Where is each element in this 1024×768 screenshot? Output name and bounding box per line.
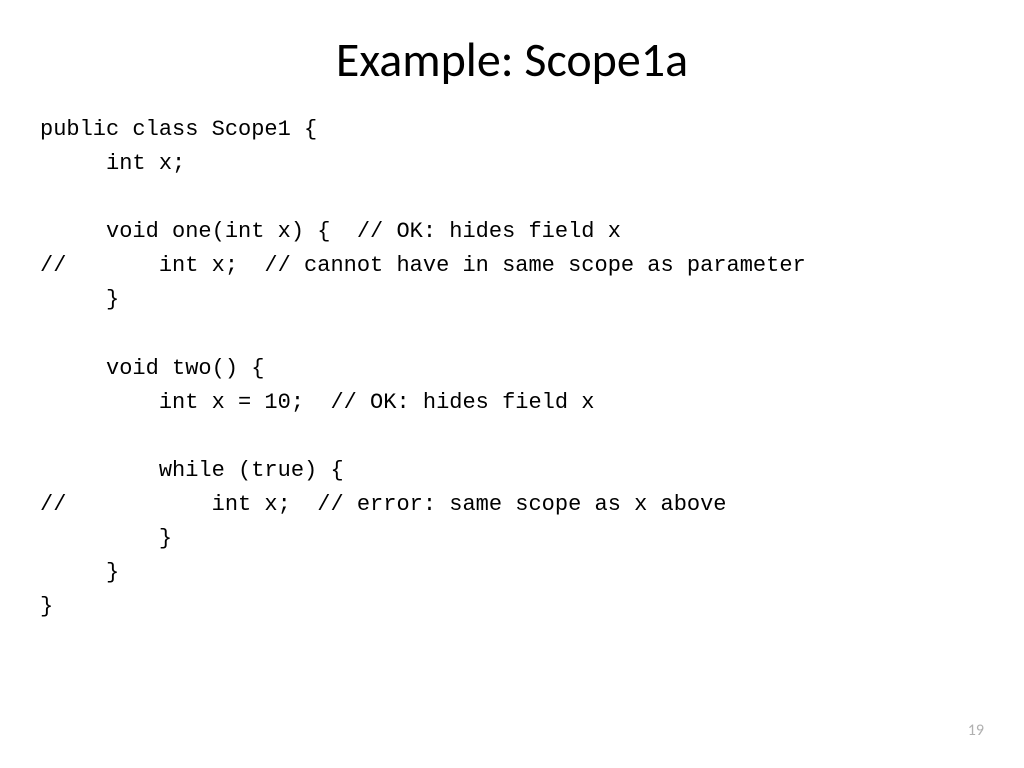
code-line: void one(int x) { // OK: hides field x (40, 219, 621, 244)
code-line: public class Scope1 { (40, 117, 317, 142)
code-line: } (40, 560, 119, 585)
page-number: 19 (968, 721, 984, 740)
slide-title: Example: Scope1a (40, 30, 984, 89)
slide-container: Example: Scope1a public class Scope1 { i… (0, 0, 1024, 768)
code-line: void two() { (40, 356, 264, 381)
code-line: } (40, 287, 119, 312)
code-block: public class Scope1 { int x; void one(in… (40, 113, 984, 624)
code-line: } (40, 526, 172, 551)
code-line: // int x; // error: same scope as x abov… (40, 492, 727, 517)
code-line: // int x; // cannot have in same scope a… (40, 253, 806, 278)
code-line: } (40, 594, 53, 619)
code-line: int x; (40, 151, 185, 176)
code-line: int x = 10; // OK: hides field x (40, 390, 595, 415)
code-line: while (true) { (40, 458, 344, 483)
